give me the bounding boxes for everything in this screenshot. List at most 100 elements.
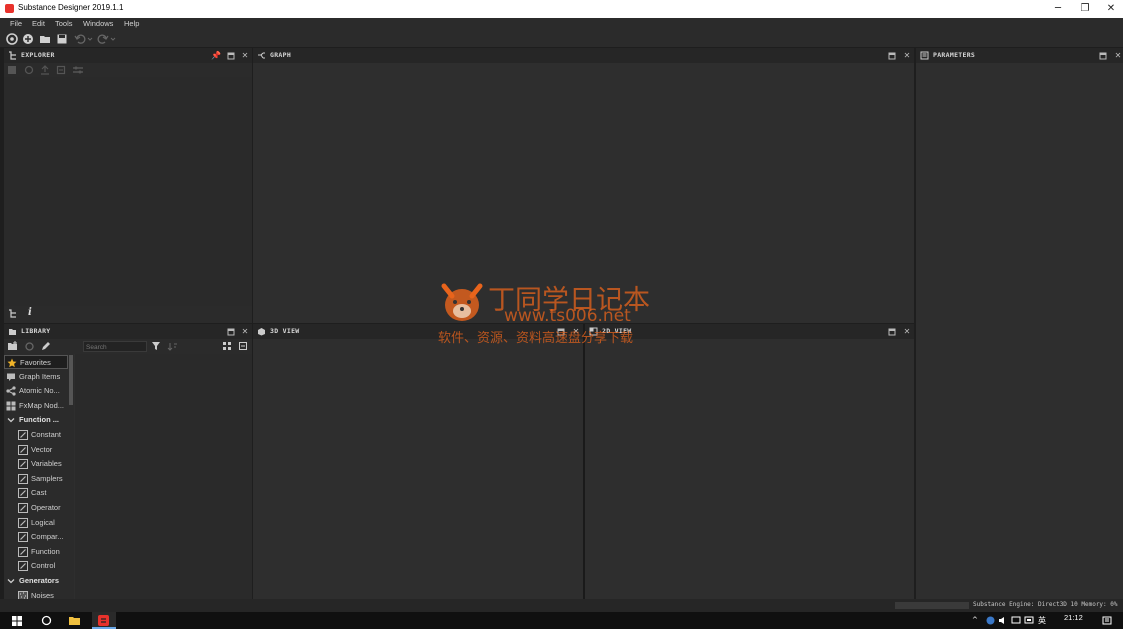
refresh-icon[interactable] (24, 341, 35, 352)
network-icon[interactable] (1011, 616, 1021, 625)
explorer-footer: i (4, 306, 252, 323)
library-item[interactable]: Function ... (4, 413, 68, 427)
watermark-url: www.ts006.net (504, 306, 631, 326)
file-explorer-icon[interactable] (68, 615, 81, 626)
tray-chevron-icon[interactable]: ^ (972, 616, 978, 624)
library-item-label: Graph Items (19, 371, 61, 381)
node-icon (6, 386, 16, 396)
library-item[interactable]: Cast (4, 486, 68, 500)
library-header: LIBRARY ✕ (4, 324, 252, 339)
publish-icon[interactable] (40, 65, 50, 75)
library-item[interactable]: Operator (4, 501, 68, 515)
main-toolbar (0, 31, 1123, 47)
sort-icon[interactable] (167, 341, 178, 352)
library-item[interactable]: Vector (4, 443, 68, 457)
parameters-icon (920, 51, 929, 60)
library-search-box[interactable] (83, 341, 147, 352)
library-item-label: Samplers (31, 473, 63, 483)
function-icon (18, 459, 28, 470)
menu-tools[interactable]: Tools (55, 19, 73, 28)
pin-icon[interactable]: 📌 (211, 50, 221, 61)
graph-settings-icon[interactable] (72, 65, 84, 75)
taskbar-app-substance[interactable] (92, 612, 116, 629)
library-item-label: Atomic No... (19, 386, 60, 396)
redo-dropdown-icon[interactable] (110, 33, 116, 45)
library-content-area[interactable] (75, 354, 252, 599)
library-item[interactable]: Variables (4, 457, 68, 471)
maximize-panel-icon[interactable] (1098, 50, 1108, 61)
library-item-label: Operator (31, 503, 61, 512)
display-icon[interactable] (1024, 616, 1034, 625)
new-folder-icon[interactable] (7, 341, 18, 352)
library-item[interactable]: Function (4, 545, 68, 559)
2d-viewport[interactable] (585, 339, 914, 599)
maximize-panel-icon[interactable] (226, 326, 236, 337)
menu-file[interactable]: File (10, 19, 22, 28)
library-item[interactable]: Favorites (4, 355, 68, 369)
redo-icon[interactable] (97, 33, 109, 45)
input-method-icon[interactable]: 英 (1038, 615, 1046, 626)
refresh-icon[interactable] (24, 65, 34, 75)
grid-icon (6, 401, 16, 411)
close-panel-icon[interactable]: ✕ (240, 326, 250, 337)
edit-icon[interactable] (40, 341, 51, 352)
library-item-label: Compar... (31, 532, 64, 542)
clock-time[interactable]: 21:12 (1064, 613, 1083, 622)
explorer-title: EXPLORER (21, 51, 55, 59)
info-icon[interactable]: i (28, 307, 32, 318)
maximize-panel-icon[interactable] (887, 326, 897, 337)
library-item[interactable]: Logical (4, 516, 68, 530)
category-scrollbar[interactable] (69, 355, 73, 405)
function-icon (18, 473, 28, 484)
minimize-button[interactable]: ─ (1044, 1, 1072, 17)
menu-windows[interactable]: Windows (83, 19, 113, 28)
maximize-panel-icon[interactable] (887, 50, 897, 61)
close-panel-icon[interactable]: ✕ (902, 326, 912, 337)
search-input[interactable] (84, 343, 146, 352)
library-item[interactable]: Compar... (4, 530, 68, 544)
library-settings-icon[interactable] (238, 341, 249, 352)
library-item[interactable]: Control (4, 559, 68, 573)
library-item-label: Constant (31, 430, 62, 439)
app-icon (5, 4, 14, 13)
maximize-panel-icon[interactable] (226, 50, 236, 61)
export-icon[interactable] (56, 65, 66, 75)
library-item[interactable]: Samplers (4, 472, 68, 486)
close-panel-icon[interactable]: ✕ (240, 50, 250, 61)
library-item[interactable]: Constant (4, 428, 68, 442)
save-icon[interactable] (56, 33, 68, 45)
explorer-tree[interactable] (4, 77, 252, 306)
watermark: 丁同学日记本 www.ts006.net 软件、资源、资料高速盘分享下载 (438, 278, 683, 348)
menu-help[interactable]: Help (124, 19, 139, 28)
tray-app-icon[interactable] (986, 616, 995, 625)
library-item[interactable]: Graph Items (4, 370, 68, 384)
3d-viewport[interactable] (253, 339, 583, 599)
new-substance-icon[interactable] (6, 33, 18, 45)
view-mode-icon[interactable] (222, 341, 233, 352)
volume-icon[interactable] (998, 616, 1008, 625)
restore-button[interactable]: ❐ (1071, 1, 1099, 17)
open-sample-icon[interactable] (22, 33, 34, 45)
library-item[interactable]: Atomic No... (4, 384, 68, 398)
windows-start-icon[interactable] (12, 616, 22, 626)
function-icon (18, 561, 28, 572)
open-folder-icon[interactable] (39, 33, 51, 45)
search-icon[interactable] (41, 615, 52, 626)
dog-logo-icon (441, 283, 483, 321)
filter-icon[interactable] (151, 341, 162, 352)
undo-icon[interactable] (74, 33, 86, 45)
library-item[interactable]: FxMap Nod... (4, 399, 68, 413)
graph-title: GRAPH (270, 51, 292, 59)
close-panel-icon[interactable]: ✕ (902, 50, 912, 61)
menu-edit[interactable]: Edit (32, 19, 45, 28)
undo-dropdown-icon[interactable] (87, 33, 93, 45)
3d-view-title: 3D VIEW (270, 327, 300, 335)
graph-header: GRAPH ✕ (253, 48, 914, 63)
tree-view-icon[interactable] (8, 309, 18, 319)
new-package-icon[interactable] (7, 65, 17, 75)
library-item[interactable]: Generators (4, 574, 68, 588)
notification-icon[interactable] (1102, 616, 1112, 625)
close-panel-icon[interactable]: ✕ (1113, 50, 1123, 61)
window-title: Substance Designer 2019.1.1 (18, 3, 124, 12)
close-window-button[interactable]: ✕ (1097, 1, 1123, 17)
